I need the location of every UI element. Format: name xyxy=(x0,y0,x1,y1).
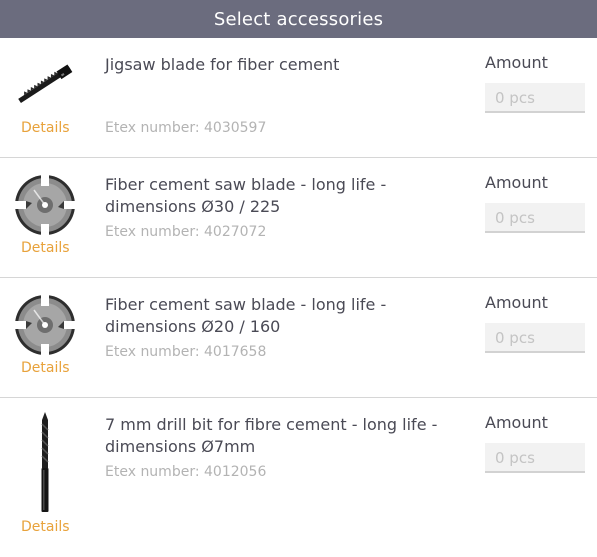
product-title: Fiber cement saw blade - long life - dim… xyxy=(105,175,387,216)
details-link[interactable]: Details xyxy=(21,240,70,256)
etex-number: Etex number: 4017658 xyxy=(105,344,267,360)
details-link[interactable]: Details xyxy=(21,360,70,376)
accessory-item: Details Fiber cement saw blade - long li… xyxy=(0,278,597,398)
product-title: Fiber cement saw blade - long life - dim… xyxy=(105,295,387,336)
jigsaw-blade-icon xyxy=(12,52,78,118)
drill-bit-icon xyxy=(12,410,78,514)
etex-number: Etex number: 4030597 xyxy=(105,120,267,136)
amount-input[interactable] xyxy=(485,443,585,473)
saw-blade-icon xyxy=(12,292,78,358)
amount-label: Amount xyxy=(485,53,548,72)
product-title: 7 mm drill bit for fibre cement - long l… xyxy=(105,415,438,456)
product-title: Jigsaw blade for fiber cement xyxy=(105,55,340,74)
amount-label: Amount xyxy=(485,293,548,312)
amount-input[interactable] xyxy=(485,83,585,113)
amount-label: Amount xyxy=(485,413,548,432)
saw-blade-icon xyxy=(12,172,78,238)
etex-number: Etex number: 4027072 xyxy=(105,224,267,240)
amount-label: Amount xyxy=(485,173,548,192)
page-title: Select accessories xyxy=(213,8,384,30)
amount-input[interactable] xyxy=(485,323,585,353)
details-link[interactable]: Details xyxy=(21,120,70,136)
details-link[interactable]: Details xyxy=(21,519,70,535)
accessory-item: Details Fiber cement saw blade - long li… xyxy=(0,158,597,278)
accessory-list: Details Jigsaw blade for fiber cement Et… xyxy=(0,38,597,556)
etex-number: Etex number: 4012056 xyxy=(105,464,267,480)
amount-input[interactable] xyxy=(485,203,585,233)
accessory-item: Details Jigsaw blade for fiber cement Et… xyxy=(0,38,597,158)
page-header: Select accessories xyxy=(0,0,597,38)
accessory-item: Details 7 mm drill bit for fibre cement … xyxy=(0,398,597,556)
